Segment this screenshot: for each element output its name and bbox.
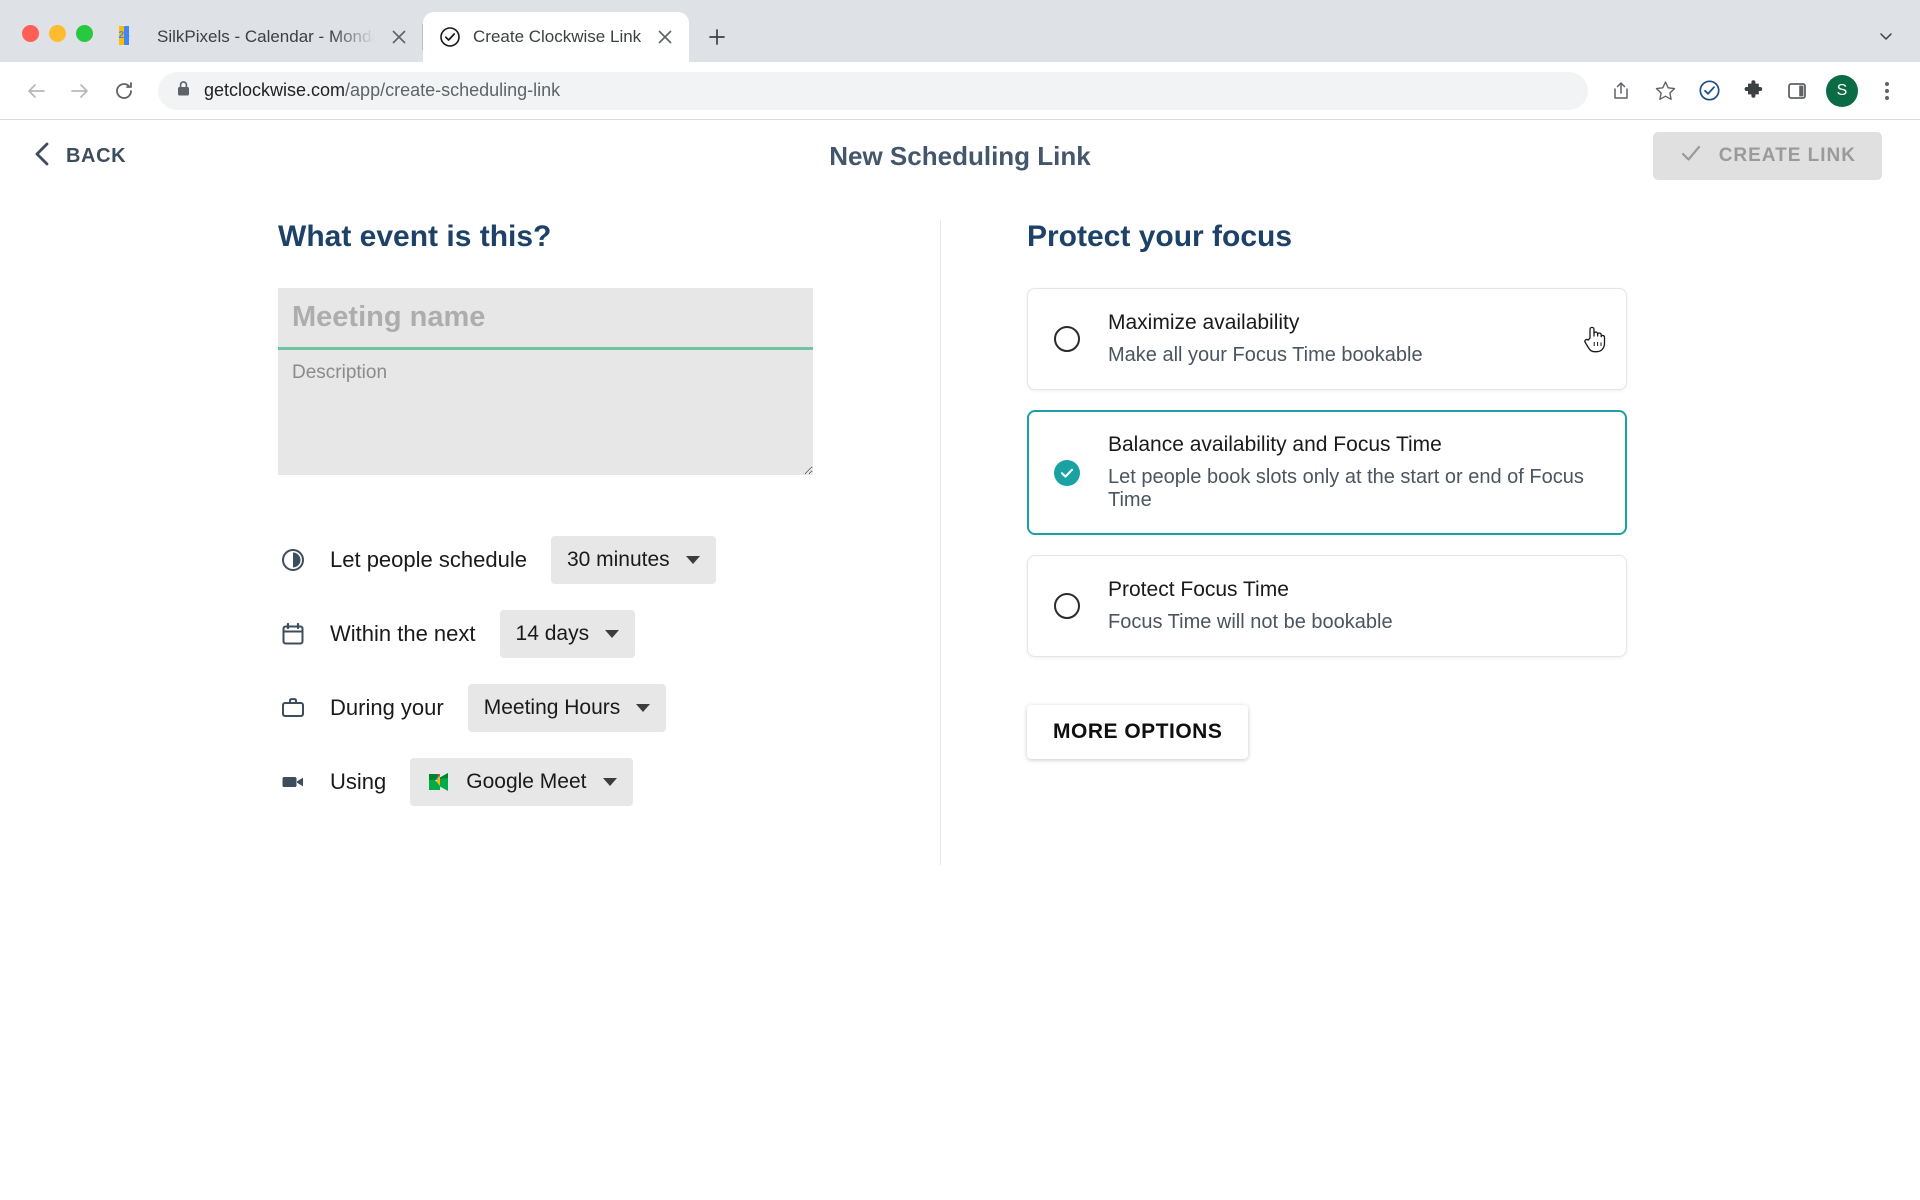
mouse-pointer-hand-cursor [1582,324,1608,354]
page-title: New Scheduling Link [829,140,1091,171]
conferencing-value: Google Meet [466,770,587,793]
focus-option-maximize-availability[interactable]: Maximize availability Make all your Focu… [1027,288,1627,390]
calendar-icon [278,619,308,649]
more-options-button[interactable]: MORE OPTIONS [1027,705,1249,759]
three-dot-menu-icon[interactable] [1868,72,1906,110]
hours-value: Meeting Hours [483,696,621,719]
address-bar-url: getclockwise.com/app/create-scheduling-l… [204,80,560,101]
browser-tab-calendar[interactable]: 28 SilkPixels - Calendar - Monday [107,12,423,62]
browser-tab-bar: 28 SilkPixels - Calendar - Monday Create… [0,0,1920,62]
google-calendar-icon: 28 [118,25,145,48]
option-row-window: Within the next 14 days [278,597,940,671]
focus-options-list: Maximize availability Make all your Focu… [1027,288,1920,657]
focus-option-protect-focus-time[interactable]: Protect Focus Time Focus Time will not b… [1027,555,1627,657]
option-label: Using [330,769,387,794]
focus-option-balance-availability[interactable]: Balance availability and Focus Time Let … [1027,410,1627,535]
clockwise-app: BACK New Scheduling Link CREATE LINK Wha… [0,120,1920,1200]
app-header: BACK New Scheduling Link CREATE LINK [0,120,1920,192]
browser-toolbar: getclockwise.com/app/create-scheduling-l… [0,62,1920,120]
url-path: /app/create-scheduling-link [345,80,561,100]
close-tab-button[interactable] [387,25,411,49]
focus-option-title: Balance availability and Focus Time [1108,433,1442,456]
browser-tab-clockwise[interactable]: Create Clockwise Link [423,12,690,62]
reload-icon[interactable] [104,71,144,111]
back-arrow-icon[interactable] [16,71,56,111]
forward-arrow-icon[interactable] [60,71,100,111]
new-tab-button[interactable] [699,19,735,55]
tab-title: Create Clockwise Link [473,27,642,46]
radio-checked-icon[interactable] [1054,459,1080,486]
star-icon[interactable] [1646,72,1684,110]
duration-dropdown[interactable]: 30 minutes [550,536,716,584]
time-window-value: 14 days [515,622,590,645]
address-bar[interactable]: getclockwise.com/app/create-scheduling-l… [158,71,1588,110]
browser-window: 28 SilkPixels - Calendar - Monday Create… [0,0,1920,1200]
app-body: What event is this? Let people schedule [0,192,1920,865]
event-section: What event is this? Let people schedule [0,220,940,865]
back-button-label: BACK [66,144,127,167]
chevron-down-icon [636,704,651,712]
maximize-window-button[interactable] [76,25,93,42]
option-label: Let people schedule [330,547,527,572]
puzzle-icon[interactable] [1734,72,1772,110]
option-row-duration: Let people schedule 30 minutes [278,523,940,597]
duration-value: 30 minutes [566,548,670,571]
lock-icon [176,80,191,102]
toolbar-icons: S [1602,72,1906,110]
avatar[interactable]: S [1826,74,1858,107]
time-window-dropdown[interactable]: 14 days [499,610,636,658]
back-button[interactable]: BACK [22,133,136,180]
conferencing-dropdown[interactable]: Google Meet [410,758,633,806]
minimize-window-button[interactable] [49,25,66,42]
google-meet-icon [426,770,454,794]
window-traffic-lights [12,25,107,62]
chevron-down-icon [602,778,617,786]
create-link-button[interactable]: CREATE LINK [1652,132,1882,180]
clockwise-check-icon [439,26,461,48]
close-tab-button[interactable] [653,25,677,49]
option-label: Within the next [330,621,476,646]
chevron-left-icon [32,141,52,172]
focus-section: Protect your focus Maximize availability… [941,220,1920,865]
option-label: During your [330,695,444,720]
option-row-hours: During your Meeting Hours [278,671,940,745]
tab-title: SilkPixels - Calendar - Monday [157,27,375,46]
focus-option-subtitle: Make all your Focus Time bookable [1108,344,1423,366]
description-input[interactable] [278,350,813,475]
share-icon[interactable] [1602,72,1640,110]
create-link-label: CREATE LINK [1718,145,1856,166]
focus-option-title: Maximize availability [1108,311,1300,334]
focus-option-title: Protect Focus Time [1108,578,1289,601]
side-panel-icon[interactable] [1778,72,1816,110]
event-option-rows: Let people schedule 30 minutes Within th… [278,523,940,819]
focus-section-title: Protect your focus [1027,220,1293,253]
chevron-down-icon [605,630,620,638]
focus-option-subtitle: Focus Time will not be bookable [1108,611,1393,633]
hours-dropdown[interactable]: Meeting Hours [467,684,667,732]
url-domain: getclockwise.com [204,80,346,100]
check-icon [1679,141,1703,171]
event-section-title: What event is this? [278,220,552,253]
close-window-button[interactable] [22,25,39,42]
clockwise-extension-icon[interactable] [1690,72,1728,110]
clock-icon [278,545,308,575]
radio-unchecked-icon[interactable] [1054,326,1080,352]
radio-unchecked-icon[interactable] [1054,593,1080,619]
meeting-name-input[interactable] [278,288,813,350]
chevron-down-icon[interactable] [1866,16,1906,56]
option-row-conferencing: Using Google Meet [278,745,940,819]
briefcase-icon [278,693,308,723]
chevron-down-icon [685,556,700,564]
focus-option-subtitle: Let people book slots only at the start … [1108,466,1584,511]
video-icon [278,767,308,797]
